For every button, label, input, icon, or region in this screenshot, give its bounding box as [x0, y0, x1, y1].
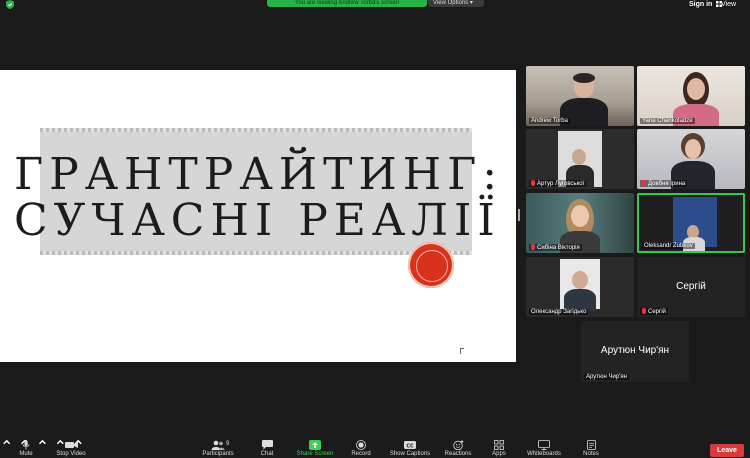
participant-tile[interactable]: Довбня Ірина [637, 129, 745, 189]
view-options-label: View Options [433, 0, 469, 6]
participants-count: 9 [226, 441, 230, 447]
stop-video-label: Stop Video [56, 451, 86, 457]
whiteboards-button[interactable]: Whiteboards [523, 437, 565, 458]
notes-button[interactable]: Notes [578, 437, 604, 458]
participant-name: Сергій [640, 308, 668, 315]
red-stamp-decoration [408, 242, 454, 288]
participant-tile[interactable]: Andrew Torba [526, 66, 634, 126]
whiteboard-icon [538, 440, 550, 450]
participants-button[interactable]: Participants [196, 437, 240, 458]
participant-video [526, 257, 634, 317]
participant-name: Арутюн Чир'ян [584, 374, 629, 380]
record-icon [356, 440, 366, 450]
record-label: Record [351, 451, 371, 457]
show-captions-label: Show Captions [389, 451, 431, 457]
mute-button[interactable]: Mute [12, 437, 40, 458]
svg-text:CC: CC [406, 443, 414, 449]
apps-label: Apps [492, 451, 506, 457]
participant-name: Сибіна Вікторія [529, 244, 582, 251]
notes-icon [586, 440, 596, 450]
share-screen-icon [309, 440, 321, 450]
notes-label: Notes [583, 451, 599, 457]
participants-icon [211, 440, 225, 450]
participant-name: Довбня Ірина [640, 180, 688, 187]
slide-title: ГРАНТРАЙТИНГ: СУЧАСНІ РЕАЛІЇ [14, 152, 503, 244]
slide-title-line1: ГРАНТРАЙТИНГ: [14, 149, 504, 200]
closed-captions-icon: CC [404, 441, 416, 449]
resize-handle[interactable] [518, 209, 520, 221]
share-screen-label: Share Screen [296, 451, 334, 457]
shared-screen: ГРАНТРАЙТИНГ: СУЧАСНІ РЕАЛІЇ [0, 70, 516, 362]
chat-bubble-icon [261, 440, 273, 450]
sign-in-button[interactable]: Sign in [689, 1, 712, 8]
muted-mic-icon [642, 180, 646, 186]
microphone-icon [22, 440, 30, 450]
shield-icon [6, 0, 14, 9]
participant-name: Oleksandr Zubkov [642, 243, 695, 249]
show-captions-button[interactable]: CC Show Captions [385, 437, 435, 458]
mouse-cursor [460, 348, 464, 354]
apps-button[interactable]: Apps [487, 437, 511, 458]
muted-mic-icon [531, 180, 535, 186]
mute-label: Mute [19, 451, 33, 457]
participant-tile[interactable]: Сергій Сергій [637, 257, 745, 317]
participant-tile-active-speaker[interactable]: Oleksandr Zubkov [637, 193, 745, 253]
participants-label: Participants [202, 451, 234, 457]
participant-name: Олександр Загідько [529, 309, 589, 315]
viewing-banner: You are viewing Andrew Torba's screen [267, 0, 427, 7]
participant-name: Yana Chankotadze [640, 118, 695, 124]
participant-display-name: Арутюн Чир'ян [600, 345, 670, 356]
muted-mic-icon [642, 308, 646, 314]
chevron-down-icon: ▾ [469, 0, 473, 6]
participant-name: Andrew Torba [529, 118, 570, 124]
share-screen-button[interactable]: Share Screen [293, 437, 337, 458]
video-camera-icon [64, 442, 78, 448]
participant-tile[interactable]: Yana Chankotadze [637, 66, 745, 126]
participant-video [526, 66, 634, 126]
slide-title-line2: СУЧАСНІ РЕАЛІЇ [14, 195, 501, 246]
participant-tile[interactable]: Арутюн Чир'ян Арутюн Чир'ян [581, 321, 689, 382]
chat-label: Chat [260, 451, 274, 457]
reactions-button[interactable]: Reactions [441, 437, 475, 458]
participant-tile[interactable]: Сибіна Вікторія [526, 193, 634, 253]
apps-icon [494, 440, 504, 450]
smiley-plus-icon [452, 440, 463, 450]
record-button[interactable]: Record [347, 437, 375, 458]
reactions-label: Reactions [444, 451, 472, 457]
whiteboards-label: Whiteboards [527, 451, 561, 457]
stop-video-button[interactable]: Stop Video [52, 437, 90, 458]
participant-name: Артур Луговської [529, 180, 587, 187]
participant-display-name: Сергій [676, 281, 706, 292]
view-options-button[interactable]: View Options ▾ [428, 0, 484, 7]
participant-video [637, 66, 745, 126]
muted-mic-icon [531, 244, 535, 250]
participant-tile[interactable]: Олександр Загідько [526, 257, 634, 317]
view-button[interactable]: View [721, 1, 736, 8]
top-bar: You are viewing Andrew Torba's screen Vi… [0, 0, 750, 10]
chat-button[interactable]: Chat [256, 437, 278, 458]
participant-tile[interactable]: Артур Луговської [526, 129, 634, 189]
leave-button[interactable]: Leave [710, 444, 744, 457]
meeting-toolbar: Mute ⌃ Stop Video ⌃ Participants 9 ⌃ Cha… [0, 437, 750, 458]
